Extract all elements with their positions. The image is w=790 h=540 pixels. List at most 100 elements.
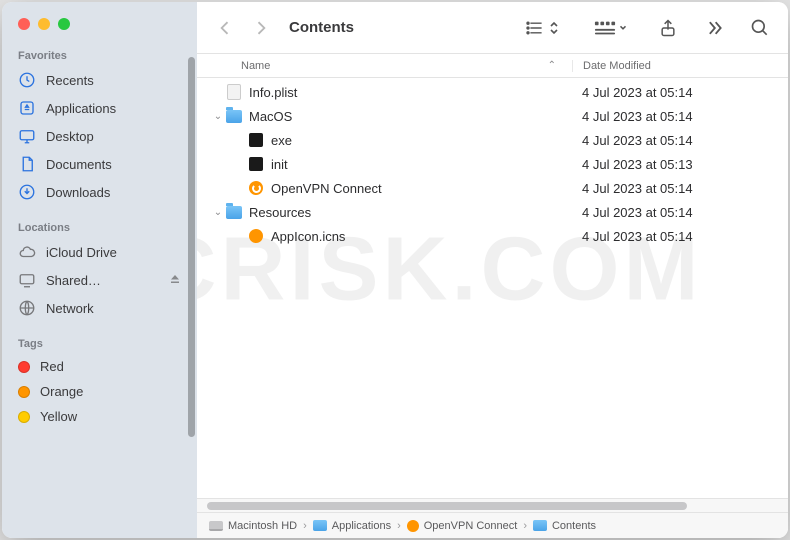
sidebar-item-shared[interactable]: Shared… <box>2 266 197 294</box>
sidebar-item-label: Yellow <box>40 409 77 424</box>
documents-icon <box>18 155 36 173</box>
file-row[interactable]: ⌄ MacOS4 Jul 2023 at 05:14 <box>197 104 788 128</box>
folder-icon <box>225 107 243 125</box>
file-name: exe <box>271 133 572 148</box>
file-row[interactable]: exe4 Jul 2023 at 05:14 <box>197 128 788 152</box>
file-date: 4 Jul 2023 at 05:13 <box>572 157 772 172</box>
eject-icon[interactable] <box>169 273 181 288</box>
horizontal-scrollbar-track[interactable] <box>197 498 788 512</box>
file-row[interactable]: ⌄ Resources4 Jul 2023 at 05:14 <box>197 200 788 224</box>
tag-dot-icon <box>18 361 30 373</box>
sidebar-item-label: Orange <box>40 384 83 399</box>
share-button[interactable] <box>654 14 682 42</box>
file-name: OpenVPN Connect <box>271 181 572 196</box>
file-row[interactable]: Info.plist4 Jul 2023 at 05:14 <box>197 80 788 104</box>
sidebar: Favorites Recents Applications Desktop D… <box>2 2 197 538</box>
sidebar-tag-item[interactable]: Yellow <box>2 404 197 429</box>
network-icon <box>18 299 36 317</box>
sidebar-item-documents[interactable]: Documents <box>2 150 197 178</box>
toolbar: Contents <box>197 2 788 54</box>
column-header-date[interactable]: Date Modified <box>572 60 772 72</box>
tag-dot-icon <box>18 411 30 423</box>
minimize-button[interactable] <box>38 18 50 30</box>
folder-icon <box>313 520 327 531</box>
disk-icon <box>209 521 223 531</box>
path-segment[interactable]: OpenVPN Connect <box>407 520 518 532</box>
sidebar-item-label: Network <box>46 301 94 316</box>
clock-icon <box>18 71 36 89</box>
file-date: 4 Jul 2023 at 05:14 <box>572 181 772 196</box>
group-by-button[interactable] <box>586 17 636 39</box>
page-title: Contents <box>289 19 510 36</box>
exec-file-icon <box>247 155 265 173</box>
forward-button[interactable] <box>247 14 275 42</box>
file-date: 4 Jul 2023 at 05:14 <box>572 133 772 148</box>
sidebar-scrollbar[interactable] <box>188 57 195 437</box>
file-date: 4 Jul 2023 at 05:14 <box>572 229 772 244</box>
path-segment[interactable]: Macintosh HD <box>209 520 297 532</box>
zoom-button[interactable] <box>58 18 70 30</box>
path-segment-label: OpenVPN Connect <box>424 520 518 532</box>
sidebar-section-favorites: Favorites <box>2 44 197 66</box>
sidebar-tag-item[interactable]: Orange <box>2 379 197 404</box>
display-icon <box>18 271 36 289</box>
column-headers: Name ⌃ Date Modified <box>197 54 788 78</box>
app-icon <box>407 520 419 532</box>
sidebar-item-applications[interactable]: Applications <box>2 94 197 122</box>
file-date: 4 Jul 2023 at 05:14 <box>572 85 772 100</box>
file-name: MacOS <box>249 109 572 124</box>
view-mode-list-button[interactable] <box>518 17 568 39</box>
folder-icon <box>533 520 547 531</box>
path-segment[interactable]: Applications <box>313 520 391 532</box>
desktop-icon <box>18 127 36 145</box>
content-area: Contents Name <box>197 2 788 538</box>
path-separator-icon: › <box>397 520 401 532</box>
sidebar-item-label: iCloud Drive <box>46 245 117 260</box>
file-name: Resources <box>249 205 572 220</box>
finder-window: PCRISK.COM Favorites Recents Application… <box>2 2 788 538</box>
search-button[interactable] <box>746 14 774 42</box>
file-row[interactable]: OpenVPN Connect4 Jul 2023 at 05:14 <box>197 176 788 200</box>
cloud-icon <box>18 243 36 261</box>
sidebar-item-label: Red <box>40 359 64 374</box>
file-row[interactable]: AppIcon.icns4 Jul 2023 at 05:14 <box>197 224 788 248</box>
horizontal-scrollbar-thumb[interactable] <box>207 502 687 510</box>
close-button[interactable] <box>18 18 30 30</box>
overflow-button[interactable] <box>700 14 728 42</box>
sidebar-tag-item[interactable]: Red <box>2 354 197 379</box>
window-controls <box>2 14 197 44</box>
file-name: Info.plist <box>249 85 572 100</box>
column-header-date-label: Date Modified <box>583 60 651 72</box>
path-segment[interactable]: Contents <box>533 520 596 532</box>
sidebar-item-label: Recents <box>46 73 94 88</box>
file-row[interactable]: init4 Jul 2023 at 05:13 <box>197 152 788 176</box>
sidebar-item-network[interactable]: Network <box>2 294 197 322</box>
disclosure-triangle[interactable]: ⌄ <box>211 111 225 122</box>
app-icon <box>247 179 265 197</box>
exec-file-icon <box>247 131 265 149</box>
disclosure-triangle[interactable]: ⌄ <box>211 207 225 218</box>
sidebar-item-label: Applications <box>46 101 116 116</box>
sidebar-item-icloud-drive[interactable]: iCloud Drive <box>2 238 197 266</box>
plist-file-icon <box>225 83 243 101</box>
file-date: 4 Jul 2023 at 05:14 <box>572 109 772 124</box>
applications-icon <box>18 99 36 117</box>
sort-ascending-icon: ⌃ <box>548 60 556 71</box>
sidebar-item-label: Shared… <box>46 273 101 288</box>
downloads-icon <box>18 183 36 201</box>
path-bar: Macintosh HD›Applications›OpenVPN Connec… <box>197 512 788 538</box>
sidebar-item-desktop[interactable]: Desktop <box>2 122 197 150</box>
file-date: 4 Jul 2023 at 05:14 <box>572 205 772 220</box>
file-name: AppIcon.icns <box>271 229 572 244</box>
column-header-name[interactable]: Name ⌃ <box>241 60 572 72</box>
path-segment-label: Applications <box>332 520 391 532</box>
sidebar-item-label: Documents <box>46 157 112 172</box>
column-header-name-label: Name <box>241 60 270 72</box>
file-name: init <box>271 157 572 172</box>
sidebar-item-downloads[interactable]: Downloads <box>2 178 197 206</box>
sidebar-section-locations: Locations <box>2 216 197 238</box>
back-button[interactable] <box>211 14 239 42</box>
sidebar-item-recents[interactable]: Recents <box>2 66 197 94</box>
sidebar-item-label: Desktop <box>46 129 94 144</box>
path-segment-label: Contents <box>552 520 596 532</box>
